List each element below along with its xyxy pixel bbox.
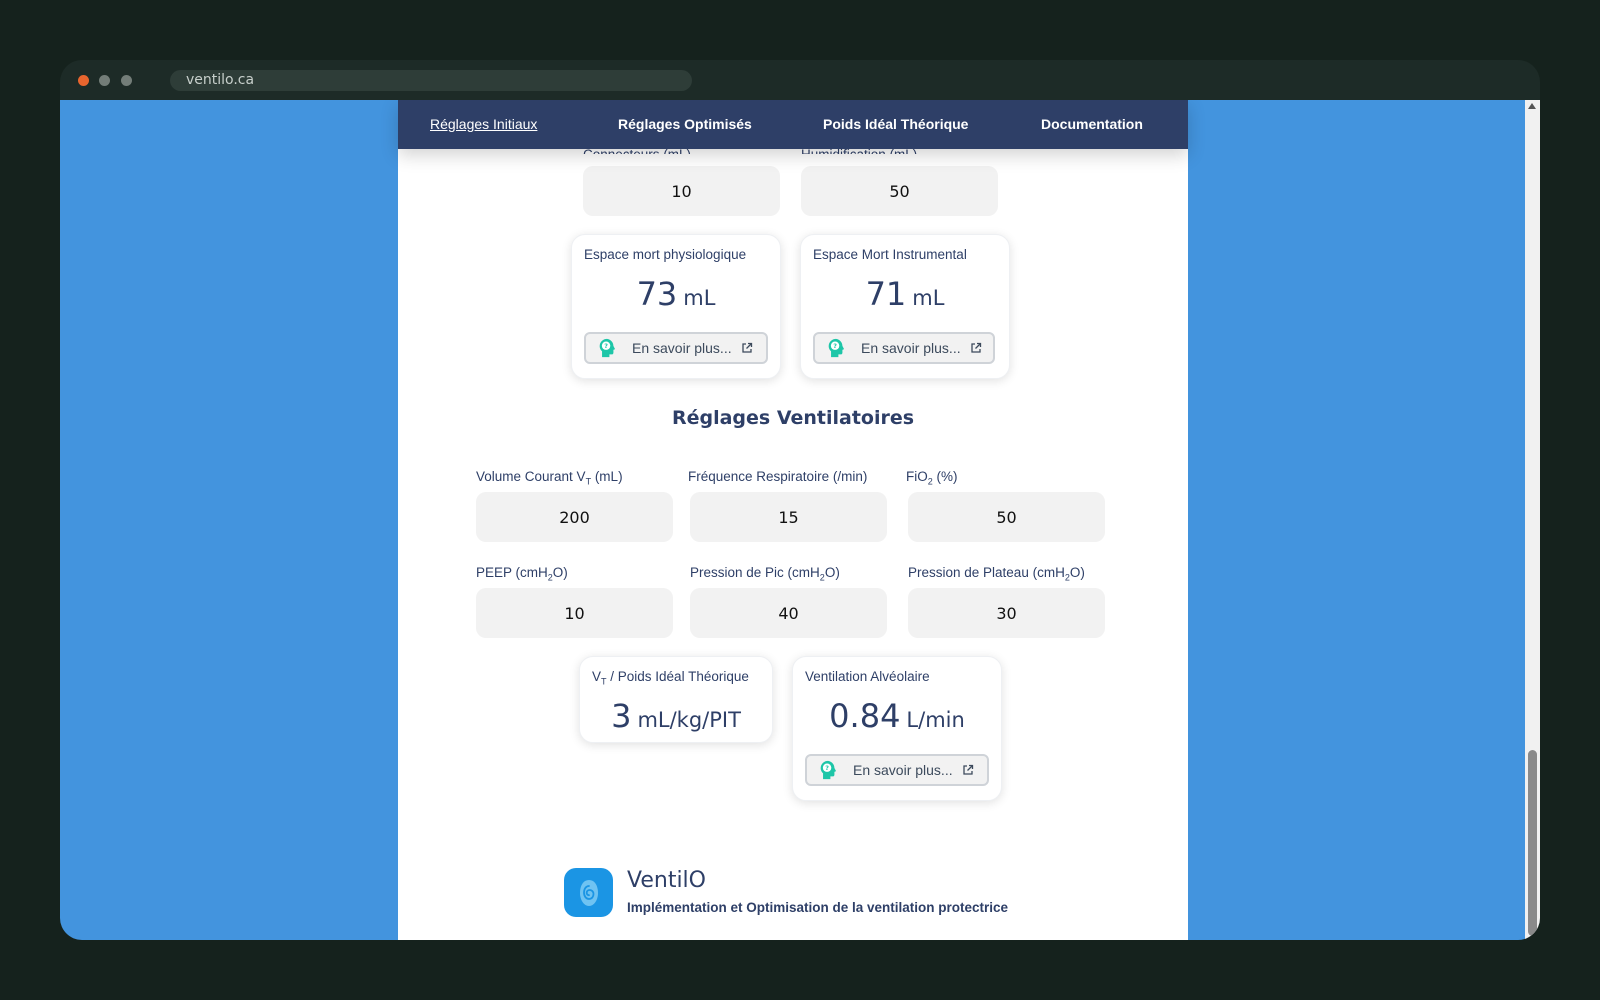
peep-label-unit: O) (552, 565, 568, 580)
vt-input[interactable]: 200 (476, 492, 673, 542)
external-link-icon (962, 764, 973, 775)
learn-more-label: En savoir plus... (861, 340, 961, 356)
title-rest: / Poids Idéal Théorique (606, 669, 749, 684)
vt-label-unit: (mL) (591, 469, 623, 484)
close-window-button[interactable] (78, 75, 89, 86)
brand-tagline: Implémentation et Optimisation de la ven… (627, 900, 1009, 915)
learn-more-button[interactable]: ? En savoir plus... (813, 332, 995, 364)
help-head-icon: ? (599, 338, 616, 358)
card-title: VT / Poids Idéal Théorique (592, 669, 749, 687)
logo-lung-icon (579, 879, 598, 906)
connectors-input[interactable]: 10 (583, 166, 780, 216)
help-head-icon: ? (820, 760, 837, 780)
nav-poids-ideal-theorique[interactable]: Poids Idéal Théorique (823, 116, 968, 132)
fr-input[interactable]: 15 (690, 492, 887, 542)
card-title: Espace mort physiologique (584, 247, 747, 262)
value-unit: mL (912, 286, 945, 310)
fio2-label-text: FiO (906, 469, 928, 484)
plateau-input[interactable]: 30 (908, 588, 1105, 638)
vertical-scrollbar[interactable] (1525, 100, 1540, 940)
main-content: Réglages Initiaux Réglages Optimisés Poi… (398, 100, 1188, 940)
external-link-icon (970, 342, 981, 353)
scroll-thumb[interactable] (1528, 750, 1537, 936)
brand-name: VentilO (627, 868, 706, 893)
pic-label-unit: O) (824, 565, 840, 580)
scroll-up-arrow[interactable] (1528, 103, 1536, 109)
fio2-input[interactable]: 50 (908, 492, 1105, 542)
ventilo-logo-icon[interactable] (564, 868, 613, 917)
plateau-label-unit: O) (1069, 565, 1085, 580)
card-title: Ventilation Alvéolaire (805, 669, 930, 684)
nav-reglages-optimises[interactable]: Réglages Optimisés (618, 116, 752, 132)
maximize-window-button[interactable] (121, 75, 132, 86)
card-espace-mort-instrumental: Espace Mort Instrumental 71 mL ? En savoi… (800, 234, 1010, 379)
vt-label: Volume Courant VT (mL) (476, 469, 623, 487)
pic-label-text: Pression de Pic (cmH (690, 565, 820, 580)
top-navigation: Réglages Initiaux Réglages Optimisés Poi… (398, 100, 1188, 149)
svg-text:?: ? (825, 764, 829, 772)
card-value: 3 mL/kg/PIT (580, 697, 772, 735)
browser-window: ventilo.ca Réglages Initiaux Réglages Op… (60, 60, 1540, 940)
card-vt-poids-ideal: VT / Poids Idéal Théorique 3 mL/kg/PIT (579, 656, 773, 743)
address-bar[interactable]: ventilo.ca (170, 70, 692, 91)
peep-input[interactable]: 10 (476, 588, 673, 638)
fr-label: Fréquence Respiratoire (/min) (688, 469, 868, 484)
card-title: Espace Mort Instrumental (813, 247, 967, 262)
card-value: 0.84 L/min (793, 697, 1001, 735)
peep-label-text: PEEP (cmH (476, 565, 548, 580)
value-unit: L/min (906, 708, 965, 732)
minimize-window-button[interactable] (99, 75, 110, 86)
peep-label: PEEP (cmH2O) (476, 565, 568, 583)
section-title: Réglages Ventilatoires (671, 407, 915, 429)
fio2-label-unit: (%) (932, 469, 958, 484)
humidification-input[interactable]: 50 (801, 166, 998, 216)
card-ventilation-alveolaire: Ventilation Alvéolaire 0.84 L/min ? En sa… (792, 656, 1002, 801)
card-value: 71 mL (801, 275, 1009, 313)
help-head-icon: ? (828, 338, 845, 358)
learn-more-button[interactable]: ? En savoir plus... (584, 332, 768, 364)
vt-label-text: Volume Courant V (476, 469, 586, 484)
card-espace-mort-physiologique: Espace mort physiologique 73 mL ? En savo… (571, 234, 781, 379)
page-viewport: Réglages Initiaux Réglages Optimisés Poi… (60, 100, 1525, 940)
learn-more-button[interactable]: ? En savoir plus... (805, 754, 989, 786)
nav-reglages-initiaux[interactable]: Réglages Initiaux (430, 116, 537, 132)
svg-text:?: ? (833, 342, 837, 350)
value-unit: mL (683, 286, 716, 310)
external-link-icon (741, 342, 752, 353)
plateau-label: Pression de Plateau (cmH2O) (908, 565, 1085, 583)
fio2-label: FiO2 (%) (906, 469, 958, 487)
value-unit: mL/kg/PIT (637, 708, 741, 732)
pic-input[interactable]: 40 (690, 588, 887, 638)
value-number: 0.84 (829, 697, 901, 735)
pic-label: Pression de Pic (cmH2O) (690, 565, 840, 583)
plateau-label-text: Pression de Plateau (cmH (908, 565, 1065, 580)
learn-more-label: En savoir plus... (853, 762, 953, 778)
value-number: 73 (636, 275, 678, 313)
title-text: V (592, 669, 602, 684)
learn-more-label: En savoir plus... (632, 340, 732, 356)
svg-text:?: ? (604, 342, 608, 350)
value-number: 71 (865, 275, 907, 313)
nav-documentation[interactable]: Documentation (1041, 116, 1143, 132)
value-number: 3 (611, 697, 632, 735)
card-value: 73 mL (572, 275, 780, 313)
title-bar: ventilo.ca (60, 60, 1540, 100)
